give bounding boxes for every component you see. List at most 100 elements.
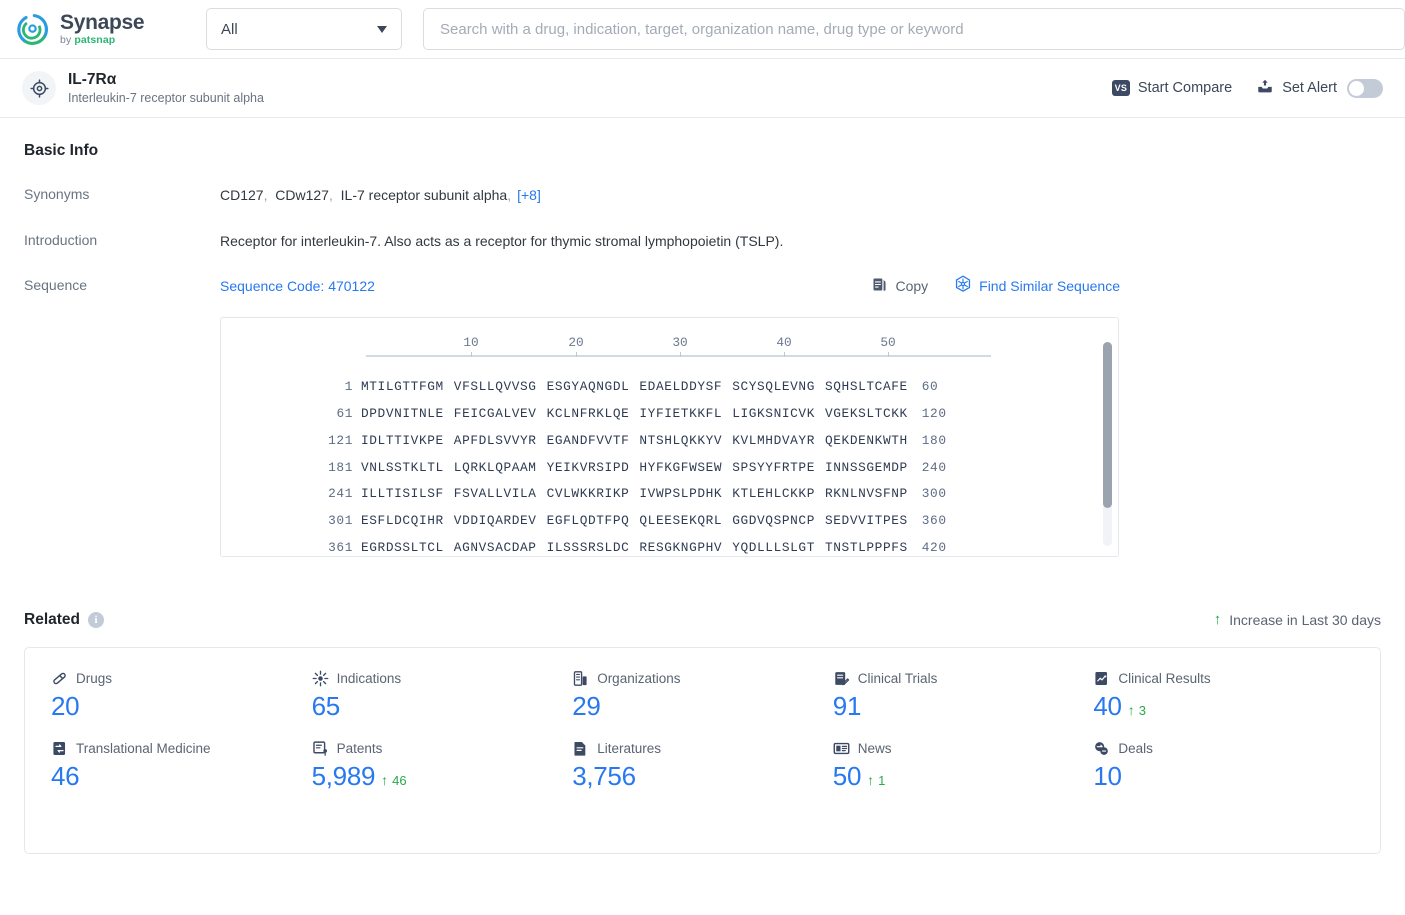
related-stat-indications[interactable]: Indications 65↑ [312,670,573,722]
sequence-chunk: CVLWKKRIKP [546,486,630,502]
related-stat-organizations[interactable]: Organizations 29↑ [572,670,833,722]
sequence-chunk: KTLEHLCKKP [732,486,815,502]
sequence-chunk: VDDIQARDEV [453,513,537,529]
sequence-viewer[interactable]: 10 20 30 40 50 1 MTILGTTFGM VFSLLQVVSG ESGY… [220,316,1119,557]
sequence-residues: ESFLDCQIHR VDDIQARDEV EGFLQDTFPQ QLEESEKQRL… [361,512,908,530]
set-alert-button[interactable]: Set Alert [1256,78,1383,99]
sequence-line: 361 EGRDSSLTCL AGNVSACDAP ILSSSRSLDC RESGKNG… [221,539,1118,556]
stat-header: Patents [312,740,573,757]
arrow-up-icon: ↑ [1213,611,1222,629]
vs-icon: VS [1111,80,1130,96]
sequence-scrollbar-thumb[interactable] [1103,341,1112,508]
sequence-chunk: APFDLSVVYR [453,432,537,448]
related-heading: Related [24,610,80,628]
ruler-tick-label: 40 [776,334,792,350]
related-stat-deals[interactable]: Deals 10↑ [1093,740,1354,792]
ruler-tick-label: 10 [463,334,479,350]
stat-value: 91 [832,690,862,721]
building-icon [572,670,589,687]
sequence-chunk: IYFIETKKFL [639,405,723,421]
sequence-header: Sequence Code: 470122 Copy Find Similar … [220,275,1391,299]
related-stat-drugs[interactable]: Drugs 20↑ [51,670,312,722]
sequence-start-index: 241 [328,486,353,502]
main-content: Basic Info Synonyms CD127, CDw127, IL-7 … [0,142,1405,854]
synonyms-more-link[interactable]: [+8] [517,187,541,203]
set-alert-label: Set Alert [1282,80,1337,96]
sequence-scrollbar[interactable] [1103,341,1112,546]
synonyms-row: Synonyms CD127, CDw127, IL-7 receptor su… [14,186,1391,206]
related-stat-clinical-trials[interactable]: Clinical Trials 91↑ [833,670,1094,722]
sequence-end-index: 240 [921,459,947,475]
sequence-chunk: YQDLLLSLGT [732,540,815,556]
synonyms-value: CD127, CDw127, IL-7 receptor subunit alp… [220,187,541,203]
stat-body: 50 ↑ 1 [833,761,1094,792]
copy-button[interactable]: Copy [871,276,928,299]
chevron-down-icon [377,25,387,33]
synonym-item: CDw127 [275,187,329,203]
sequence-chunk: VGEKSLTCKK [824,405,908,421]
search-input[interactable]: Search with a drug, indication, target, … [423,8,1405,50]
stat-value: 5,989 [311,760,376,791]
stat-value: 40 [1093,690,1122,721]
stat-header: Literatures [572,740,833,757]
logo-wordmark: Synapse [60,11,145,35]
sequence-end-index: 120 [921,405,947,421]
stat-value: 29 [572,690,601,721]
set-alert-toggle[interactable] [1347,78,1383,98]
sequence-chunk: IDLTTIVKPE [361,432,444,448]
sequence-residues: VNLSSTKLTL LQRKLQPAAM YEIKVRSIPD HYFKGFWSEW… [361,459,908,477]
translational-icon [51,740,68,757]
sequence-chunk: FEICGALVEV [453,405,537,421]
sequence-chunk: SPSYYFRTPE [732,459,815,475]
sequence-residues: ILLTISILSF FSVALLVILA CVLWKKRIKP IVWPSLPDHK… [361,485,908,503]
increase-legend: ↑ Increase in Last 30 days [1214,612,1381,628]
start-compare-button[interactable]: VS Start Compare [1111,80,1233,96]
sequence-chunk: NTSHLQKKYV [639,432,723,448]
related-stat-clinical-results[interactable]: Clinical Results 40 ↑ 3 [1093,670,1354,722]
sequence-chunk: SEDVVITPES [824,513,908,529]
sequence-chunk: VNLSSTKLTL [361,459,444,475]
clipboard-pen-icon [833,670,850,687]
stat-body: 40 ↑ 3 [1093,691,1354,722]
pill-icon [51,670,68,687]
stat-delta-value: 46 [392,772,407,788]
related-stat-news[interactable]: News 50 ↑ 1 [833,740,1094,792]
sequence-chunk: HYFKGFWSEW [639,459,723,475]
sequence-chunk: EGRDSSLTCL [361,540,444,556]
sequence-code-link[interactable]: Sequence Code: 470122 [220,277,375,297]
sequence-line: 301 ESFLDCQIHR VDDIQARDEV EGFLQDTFPQ QLEESEK… [221,512,1118,530]
related-stat-patents[interactable]: Patents 5,989 ↑ 46 [312,740,573,792]
deals-icon [1093,740,1110,757]
sequence-start-index: 361 [328,540,353,556]
related-stat-literatures[interactable]: Literatures 3,756↑ [572,740,833,792]
sequence-chunk: FSVALLVILA [453,486,537,502]
info-icon[interactable]: i [88,611,104,628]
sequence-chunk: QLEESEKQRL [639,513,723,529]
sequence-rows: 1 MTILGTTFGM VFSLLQVVSG ESGYAQNGDL EDAELDDYS… [221,378,1118,556]
sequence-line: 1 MTILGTTFGM VFSLLQVVSG ESGYAQNGDL EDAELDDYS… [221,378,1118,396]
sequence-chunk: IVWPSLPDHK [639,486,723,502]
top-navigation-bar: Synapse by patsnap All Search with a dru… [0,0,1405,59]
find-similar-sequence-button[interactable]: Find Similar Sequence [954,275,1120,299]
arrow-up-icon: ↑ [381,771,389,788]
stat-value: 3,756 [572,760,636,791]
search-scope-value: All [221,20,238,38]
sequence-chunk: LIGKSNICVK [732,405,815,421]
stat-delta: ↑ 46 [381,773,406,788]
sequence-chunk: SCYSQLEVNG [732,378,815,394]
ruler-baseline [366,354,991,357]
search-scope-select[interactable]: All [206,8,402,50]
related-stat-translational-medicine[interactable]: Translational Medicine 46↑ [51,740,312,792]
sequence-chunk: LQRKLQPAAM [453,459,537,475]
stat-header: Clinical Trials [833,670,1094,687]
stat-label: Literatures [597,740,661,756]
app-logo[interactable]: Synapse by patsnap [14,11,192,48]
introduction-text: Receptor for interleukin-7. Also acts as… [220,232,784,249]
sequence-row: Sequence Sequence Code: 470122 Copy Find… [14,275,1391,557]
ruler-tick-label: 30 [672,334,688,350]
sequence-start-index: 61 [336,405,353,421]
entity-identity: IL-7Rα Interleukin-7 receptor subunit al… [22,70,264,107]
stat-header: Drugs [51,670,312,687]
start-compare-label: Start Compare [1137,80,1233,96]
sequence-residues: IDLTTIVKPE APFDLSVVYR EGANDFVVTF NTSHLQKKYV… [361,432,908,450]
